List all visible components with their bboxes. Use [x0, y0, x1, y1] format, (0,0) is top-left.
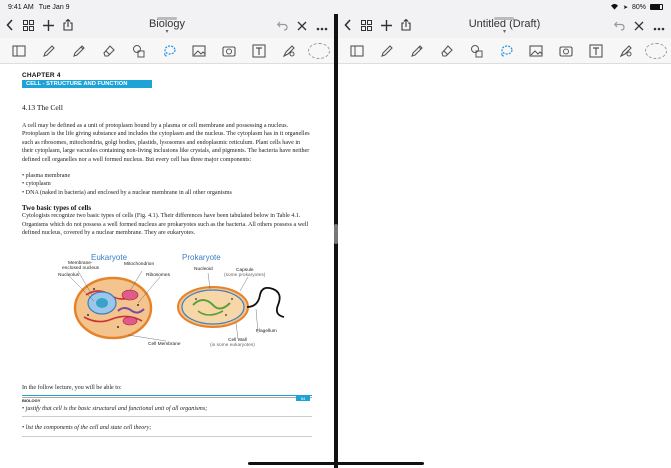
sidebar-icon[interactable] [4, 39, 34, 63]
eraser-icon[interactable] [432, 39, 462, 63]
highlighter-icon[interactable] [611, 39, 641, 63]
left-pane: Biology ▾ CHAPTER 4 CELL - STRUCTURE AND… [0, 0, 334, 468]
status-time: 9:41 AM [8, 3, 34, 11]
image-icon[interactable] [184, 39, 214, 63]
status-bar: 9:41 AM Tue Jan 9 ➤ 80% [0, 0, 671, 14]
cell-figure: Eukaryote Prokaryote Membrane- enclosed … [58, 253, 308, 365]
more-icon[interactable] [653, 19, 665, 34]
pen-icon[interactable] [372, 39, 402, 63]
pen-icon[interactable] [34, 39, 64, 63]
subsection-title: Two basic types of cells [22, 204, 92, 213]
lasso-icon[interactable] [492, 39, 522, 63]
dashed-lasso-icon[interactable] [304, 39, 334, 63]
shapes-icon[interactable] [462, 39, 492, 63]
camera-icon[interactable] [214, 39, 244, 63]
location-icon: ➤ [622, 4, 628, 11]
highlighter-icon[interactable] [274, 39, 304, 63]
camera-icon[interactable] [551, 39, 581, 63]
close-icon[interactable] [634, 19, 644, 34]
textbox-icon[interactable] [244, 39, 274, 63]
paragraph-cell-types: Cytologists recognize two basic types of… [22, 213, 309, 237]
battery-percent: 80% [631, 3, 646, 11]
right-toolbar [338, 38, 671, 64]
right-grabber[interactable] [494, 17, 514, 20]
section-title: 4.13 The Cell [22, 103, 63, 112]
lasso-icon[interactable] [154, 39, 184, 63]
wifi-icon [610, 3, 619, 12]
right-pane: Untitled (Draft) ▾ [338, 0, 671, 468]
close-icon[interactable] [297, 19, 307, 34]
textbox-icon[interactable] [581, 39, 611, 63]
list-item: plasma membrane [22, 172, 312, 180]
chapter-subtitle: CELL - STRUCTURE AND FUNCTION [22, 80, 152, 88]
blank-note-page[interactable] [338, 64, 671, 468]
footer-rule [22, 395, 312, 396]
undo-icon[interactable] [614, 19, 625, 34]
home-indicator[interactable] [248, 462, 424, 465]
objective-item: • justify that cell is the basic structu… [22, 405, 312, 418]
prokaryote-heading: Prokaryote [182, 253, 221, 263]
left-toolbar [0, 38, 334, 64]
pencil-icon[interactable] [64, 39, 94, 63]
image-icon[interactable] [521, 39, 551, 63]
list-item: cytoplasm [22, 180, 312, 188]
status-date: Tue Jan 9 [38, 3, 70, 11]
eukaryote-heading: Eukaryote [91, 253, 128, 263]
undo-icon[interactable] [277, 19, 288, 34]
paragraph-cell-definition: A cell may be defined as a unit of proto… [22, 123, 310, 163]
list-item: DNA (naked in bacteria) and enclosed by … [22, 189, 312, 197]
shapes-icon[interactable] [124, 39, 154, 63]
chapter-label: CHAPTER 4 [22, 72, 61, 79]
footer-label: BIOLOGY [22, 398, 41, 403]
objective-item: • list the components of the cell and st… [22, 424, 312, 437]
component-list: plasma membrane cytoplasm DNA (naked in … [22, 172, 312, 197]
dashed-lasso-icon[interactable] [641, 39, 671, 63]
sidebar-icon[interactable] [342, 39, 372, 63]
more-icon[interactable] [316, 19, 328, 34]
battery-icon [650, 4, 663, 10]
left-grabber[interactable] [157, 17, 177, 20]
pencil-icon[interactable] [402, 39, 432, 63]
footer-page-number: 54 [296, 396, 310, 401]
document-page[interactable]: CHAPTER 4 CELL - STRUCTURE AND FUNCTION … [0, 64, 334, 468]
eraser-icon[interactable] [94, 39, 124, 63]
cell-diagram [67, 271, 285, 342]
